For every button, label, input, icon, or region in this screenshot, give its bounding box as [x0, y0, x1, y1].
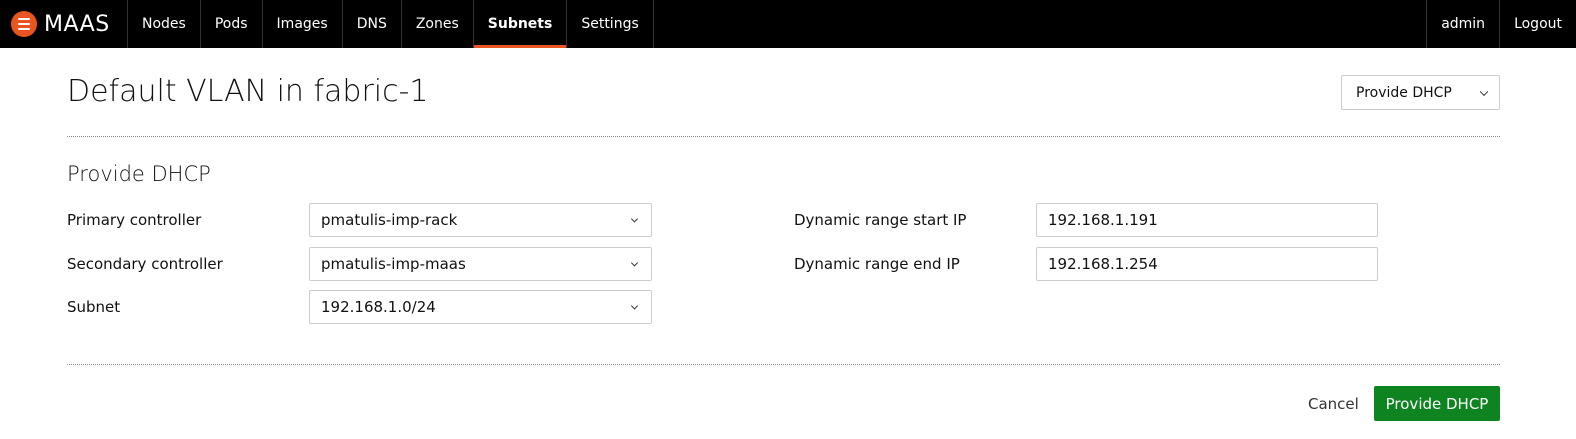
- provide-dhcp-button[interactable]: Provide DHCP: [1374, 386, 1500, 421]
- page-title: Default VLAN in fabric-1: [67, 74, 429, 109]
- nav-item-subnets[interactable]: Subnets: [473, 0, 568, 48]
- primary-controller-select[interactable]: pmatulis-imp-rack: [309, 203, 652, 237]
- subnet-value: 192.168.1.0/24: [321, 298, 436, 316]
- range-start-value: 192.168.1.191: [1048, 211, 1158, 229]
- range-end-input[interactable]: 192.168.1.254: [1036, 247, 1378, 281]
- nav-item-nodes[interactable]: Nodes: [128, 0, 201, 48]
- cancel-button[interactable]: Cancel: [1296, 386, 1371, 421]
- primary-controller-value: pmatulis-imp-rack: [321, 211, 458, 229]
- range-end-value: 192.168.1.254: [1048, 255, 1158, 273]
- nav-item-logout[interactable]: Logout: [1500, 0, 1576, 48]
- range-start-label: Dynamic range start IP: [794, 211, 967, 229]
- menu-icon[interactable]: [11, 11, 37, 37]
- subnet-select[interactable]: 192.168.1.0/24: [309, 290, 652, 324]
- chevron-down-icon: [1479, 87, 1489, 96]
- nav-item-pods[interactable]: Pods: [201, 0, 263, 48]
- form-title: Provide DHCP: [67, 162, 211, 186]
- brand[interactable]: MAAS: [0, 0, 128, 48]
- chevron-down-icon: [630, 302, 639, 310]
- range-end-label: Dynamic range end IP: [794, 255, 960, 273]
- subnet-label: Subnet: [67, 298, 121, 316]
- nav-item-images[interactable]: Images: [263, 0, 343, 48]
- primary-controller-label: Primary controller: [67, 211, 202, 229]
- header-divider: [67, 136, 1500, 137]
- nav-item-zones[interactable]: Zones: [402, 0, 474, 48]
- top-navigation: MAAS Nodes Pods Images DNS Zones Subnets…: [0, 0, 1576, 48]
- secondary-controller-select[interactable]: pmatulis-imp-maas: [309, 247, 652, 281]
- range-start-input[interactable]: 192.168.1.191: [1036, 203, 1378, 237]
- chevron-down-icon: [630, 215, 639, 223]
- take-action-value: Provide DHCP: [1356, 84, 1452, 101]
- footer-divider: [67, 364, 1500, 365]
- nav-item-user[interactable]: admin: [1426, 0, 1501, 48]
- chevron-down-icon: [630, 259, 639, 267]
- brand-name[interactable]: MAAS: [44, 12, 110, 37]
- take-action-select[interactable]: Provide DHCP: [1341, 75, 1500, 110]
- secondary-controller-label: Secondary controller: [67, 255, 223, 273]
- nav-item-dns[interactable]: DNS: [343, 0, 402, 48]
- nav-item-settings[interactable]: Settings: [567, 0, 654, 48]
- secondary-controller-value: pmatulis-imp-maas: [321, 255, 466, 273]
